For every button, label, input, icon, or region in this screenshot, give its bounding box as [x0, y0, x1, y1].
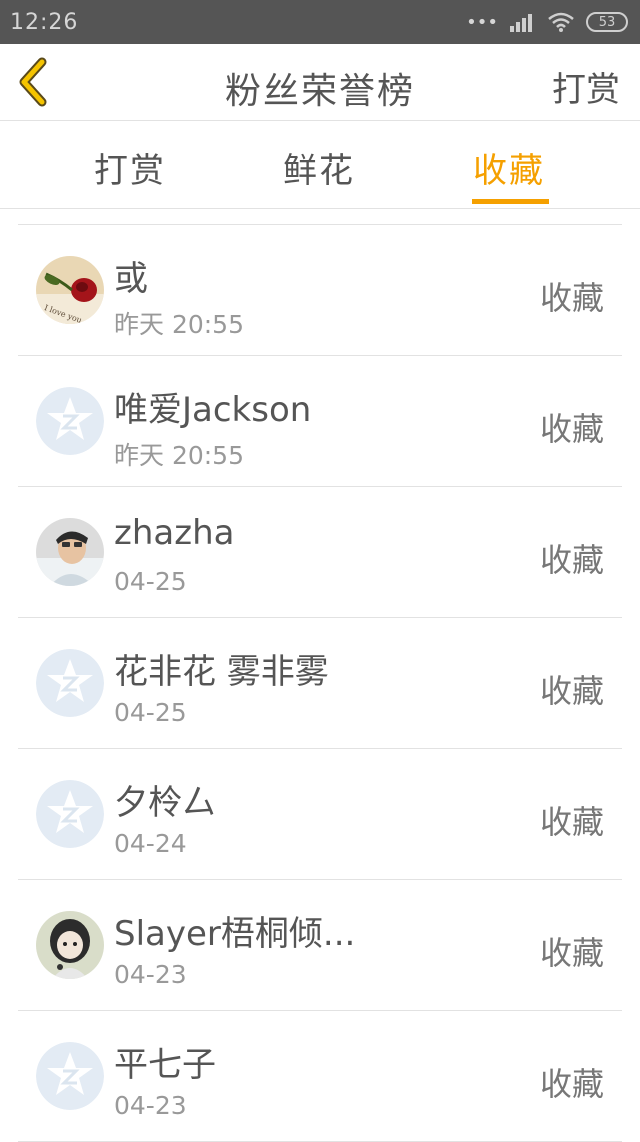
avatar: [36, 911, 104, 979]
anime-photo-avatar: [36, 911, 104, 979]
avatar: [36, 649, 104, 717]
status-bar: 12:26 ••• 53: [0, 0, 640, 44]
battery-indicator: 53: [586, 12, 628, 32]
user-name: Slayer梧桐倾...: [114, 914, 356, 954]
rose-photo-avatar: I love you: [36, 256, 104, 324]
action-label: 收藏: [539, 279, 604, 317]
default-star-avatar-icon: [36, 387, 104, 455]
user-name: 或: [114, 259, 148, 299]
list-item[interactable]: Slayer梧桐倾... 04-23 收藏: [18, 880, 622, 1011]
action-label: 收藏: [539, 672, 604, 710]
action-label: 收藏: [539, 541, 604, 579]
user-name: 唯爱Jackson: [114, 390, 312, 430]
action-label: 收藏: [539, 803, 604, 841]
avatar: I love you: [36, 256, 104, 324]
timestamp: 昨天 20:55: [114, 441, 244, 470]
avatar: [36, 387, 104, 455]
timestamp: 04-25: [114, 698, 187, 727]
action-label: 收藏: [539, 1065, 604, 1103]
avatar: [36, 518, 104, 586]
timestamp: 04-23: [114, 960, 187, 989]
status-time: 12:26: [10, 9, 79, 35]
tab-flowers[interactable]: 鲜花: [283, 143, 355, 192]
avatar: [36, 780, 104, 848]
tab-bar: 打赏 鲜花 收藏: [0, 121, 640, 209]
user-name: zhazha: [114, 513, 235, 553]
signal-icon: [510, 14, 532, 32]
default-star-avatar-icon: [36, 780, 104, 848]
default-star-avatar-icon: [36, 649, 104, 717]
list-item[interactable]: 唯爱Jackson 昨天 20:55 收藏: [18, 356, 622, 487]
more-dots-icon: •••: [466, 11, 498, 33]
tab-tip[interactable]: 打赏: [94, 143, 166, 192]
wifi-icon: [548, 12, 574, 32]
default-star-avatar-icon: [36, 1042, 104, 1110]
tip-button[interactable]: 打赏: [552, 62, 620, 111]
list-item[interactable]: 花非花 雾非雾 04-25 收藏: [18, 618, 622, 749]
avatar: [36, 1042, 104, 1110]
tab-favorites[interactable]: 收藏: [473, 143, 545, 192]
top-bar: 粉丝荣誉榜 打赏: [0, 44, 640, 121]
user-name: 夕柃厶: [114, 783, 216, 823]
active-tab-indicator: [472, 199, 549, 204]
timestamp: 04-24: [114, 829, 187, 858]
person-photo-avatar: [36, 518, 104, 586]
page-title: 粉丝荣誉榜: [224, 71, 415, 112]
action-label: 收藏: [539, 410, 604, 448]
user-name: 平七子: [114, 1045, 216, 1085]
fan-list: I love you 或 昨天 20:55 收藏 唯爱Jackson 昨天 20…: [18, 224, 622, 1142]
list-item[interactable]: I love you 或 昨天 20:55 收藏: [18, 225, 622, 356]
action-label: 收藏: [539, 934, 604, 972]
list-item[interactable]: 夕柃厶 04-24 收藏: [18, 749, 622, 880]
status-icons: ••• 53: [466, 12, 628, 33]
timestamp: 昨天 20:55: [114, 310, 244, 339]
list-item[interactable]: zhazha 04-25 收藏: [18, 487, 622, 618]
timestamp: 04-23: [114, 1091, 187, 1120]
list-item[interactable]: 平七子 04-23 收藏: [18, 1011, 622, 1142]
timestamp: 04-25: [114, 567, 187, 596]
user-name: 花非花 雾非雾: [114, 652, 329, 692]
